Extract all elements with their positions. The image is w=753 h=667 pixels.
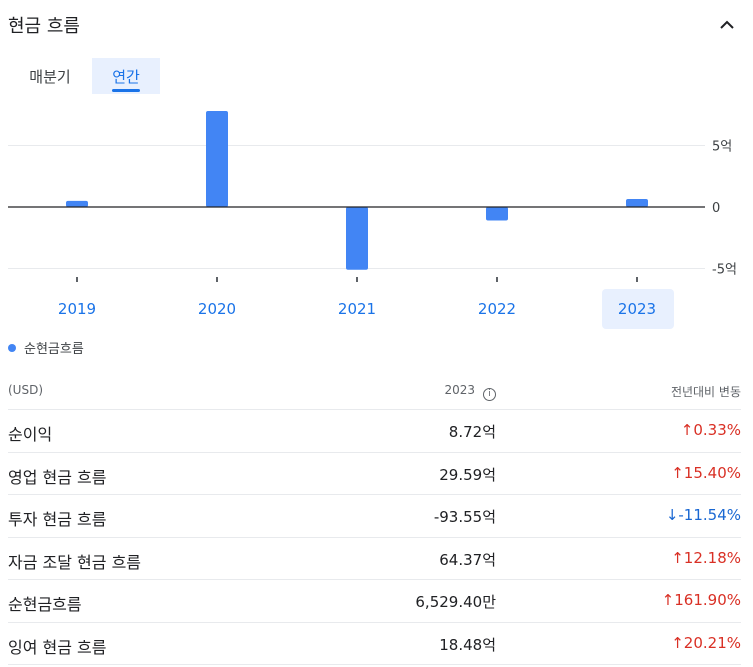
row-value: 6,529.40만 [415, 593, 496, 611]
arrow-down-icon: ↓ [665, 506, 679, 524]
table-row: 순현금흐름 6,529.40만 ↑161.90% [8, 580, 741, 623]
arrow-up-icon: ↑ [661, 591, 675, 609]
change-value: 161.90% [674, 591, 741, 609]
year-column-header: 2023 i [444, 383, 496, 401]
table-row: 자금 조달 현금 흐름 64.37억 ↑12.18% [8, 538, 741, 580]
arrow-up-icon: ↑ [680, 421, 694, 439]
year-column-label: 2023 [444, 383, 475, 397]
table-header-row: (USD) 2023 i 전년대비 변동 [8, 369, 741, 410]
table-row: 영업 현금 흐름 29.59억 ↑15.40% [8, 453, 741, 495]
bar [626, 199, 648, 207]
change-column-header: 전년대비 변동 [670, 385, 741, 399]
row-label: 순현금흐름 [8, 595, 82, 614]
row-value: 8.72억 [448, 423, 496, 441]
bar [206, 111, 228, 207]
change-value: 12.18% [683, 548, 741, 567]
x-tick-label: 2023 [618, 300, 656, 318]
row-change: ↑0.33% [681, 421, 741, 439]
row-change: ↑161.90% [662, 591, 741, 609]
tab-quarterly-label: 매분기 [29, 67, 71, 86]
row-value: 29.59억 [439, 465, 496, 484]
row-change: ↑12.18% [671, 549, 741, 567]
chart-legend: 순현금흐름 [8, 338, 84, 357]
info-icon[interactable]: i [483, 388, 496, 401]
x-tick-label: 2020 [198, 300, 236, 318]
chevron-up-icon[interactable] [719, 18, 735, 30]
row-change: ↑15.40% [671, 464, 741, 482]
row-value: 64.37억 [439, 550, 496, 569]
currency-label: (USD) [8, 383, 44, 397]
change-value: 15.40% [683, 463, 741, 482]
table-row: 잉여 현금 흐름 18.48억 ↑20.21% [8, 623, 741, 665]
section-title: 현금 흐름 [8, 16, 80, 37]
y-tick-label: 0 [712, 201, 720, 216]
bar [346, 207, 368, 270]
row-value: -93.55억 [433, 508, 496, 526]
x-tick-label: 2021 [338, 300, 376, 318]
bar [486, 207, 508, 221]
arrow-up-icon: ↑ [671, 463, 684, 482]
row-change: ↓-11.54% [666, 506, 741, 524]
change-value: -11.54% [678, 506, 741, 524]
row-label: 자금 조달 현금 흐름 [8, 552, 142, 572]
arrow-up-icon: ↑ [671, 633, 684, 652]
tab-annual-label: 연간 [112, 67, 140, 86]
row-label: 순이익 [8, 425, 53, 444]
tab-active-indicator [112, 89, 140, 92]
bar [66, 200, 88, 207]
change-value: 20.21% [683, 633, 741, 652]
row-value: 18.48억 [439, 635, 496, 654]
x-tick-label: 2019 [58, 300, 96, 318]
x-tick-label: 2022 [478, 300, 516, 318]
tab-annual[interactable]: 연간 [92, 58, 160, 94]
y-tick-label: -5억 [712, 263, 737, 278]
cash-flow-table: (USD) 2023 i 전년대비 변동 순이익 8.72억 ↑0.33% 영업 현금 … [8, 369, 741, 665]
legend-label: 순현금흐름 [24, 342, 84, 357]
legend-dot [8, 343, 16, 352]
row-label: 영업 현금 흐름 [8, 467, 107, 487]
change-value: 0.33% [693, 421, 741, 439]
tab-quarterly[interactable]: 매분기 [14, 58, 86, 94]
row-label: 잉여 현금 흐름 [8, 637, 107, 657]
cash-flow-bar-chart: 5억 0 -5억 2019 2020 2021 2022 2023 [8, 111, 737, 318]
arrow-up-icon: ↑ [671, 548, 684, 567]
row-change: ↑20.21% [671, 634, 741, 652]
y-tick-label: 5억 [712, 140, 732, 155]
row-label: 투자 현금 흐름 [8, 510, 107, 529]
table-row: 순이익 8.72억 ↑0.33% [8, 410, 741, 453]
table-row: 투자 현금 흐름 -93.55억 ↓-11.54% [8, 495, 741, 538]
